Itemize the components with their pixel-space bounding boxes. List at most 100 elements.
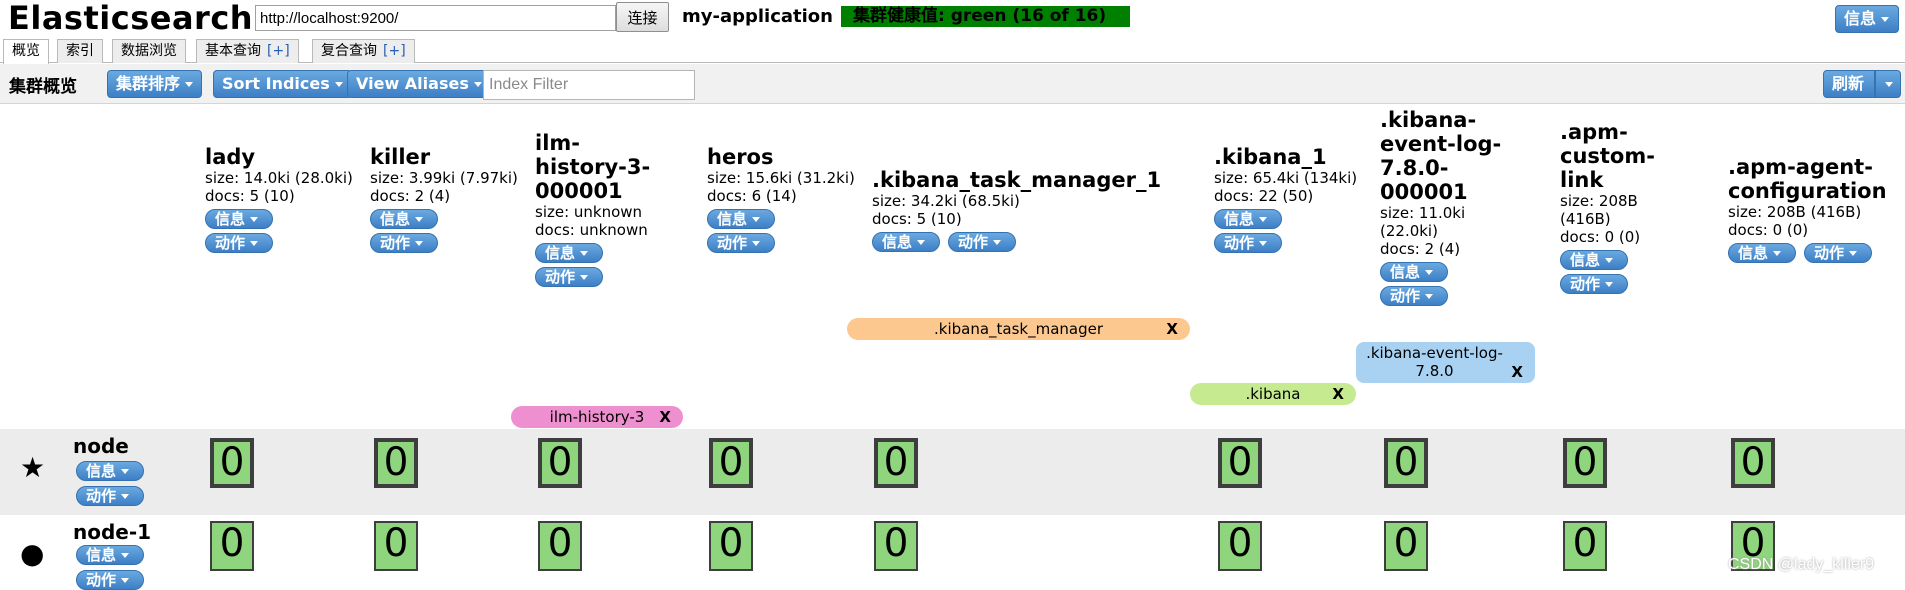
- shard[interactable]: 0: [709, 438, 753, 488]
- button-label: 动作: [86, 571, 117, 589]
- alias-name: .kibana-event-log-7.8.0: [1366, 344, 1503, 380]
- shard[interactable]: 0: [874, 521, 918, 571]
- sort-indices-button[interactable]: Sort Indices: [213, 70, 352, 98]
- shard[interactable]: 0: [1731, 438, 1775, 488]
- index-info-button[interactable]: 信息: [872, 232, 940, 252]
- index-action-button[interactable]: 动作: [535, 267, 603, 287]
- cluster-name: my-application: [682, 6, 833, 27]
- shard[interactable]: 0: [374, 521, 418, 571]
- index-action-button[interactable]: 动作: [1804, 243, 1872, 263]
- shard[interactable]: 0: [1218, 521, 1262, 571]
- index-action-button[interactable]: 动作: [1380, 286, 1448, 306]
- index-action-button[interactable]: 动作: [205, 233, 273, 253]
- tab-basic-query[interactable]: 基本查询 [+]: [196, 39, 299, 63]
- overview-toolbar: 集群概览 集群排序 Sort Indices View Aliases 刷新: [0, 64, 1905, 104]
- shard[interactable]: 0: [1218, 438, 1262, 488]
- index-size: size: 65.4ki (134ki): [1214, 169, 1358, 187]
- tab-overview[interactable]: 概览: [3, 39, 49, 64]
- refresh-button[interactable]: 刷新: [1823, 70, 1875, 98]
- app-title: Elasticsearch: [8, 0, 254, 37]
- index-name: heros: [707, 145, 774, 169]
- chevron-down-icon: [415, 217, 424, 222]
- remove-alias-button[interactable]: X: [659, 406, 671, 428]
- index-column: .apm-agent-configuration size: 208B (416…: [1728, 155, 1903, 263]
- button-label: 动作: [717, 234, 748, 252]
- info-menu-button[interactable]: 信息: [1835, 5, 1899, 33]
- main-tabs: 概览 索引 数据浏览 基本查询 [+] 复合查询 [+]: [0, 38, 1905, 64]
- node-info-button[interactable]: 信息: [76, 545, 144, 565]
- index-column: heros size: 15.6ki (31.2ki) docs: 6 (14)…: [707, 145, 857, 253]
- shard[interactable]: 0: [709, 521, 753, 571]
- index-size: size: 34.2ki (68.5ki): [872, 192, 1020, 210]
- chevron-down-icon: [1773, 251, 1782, 256]
- chevron-down-icon: [752, 241, 761, 246]
- shard[interactable]: 0: [1563, 438, 1607, 488]
- index-action-button[interactable]: 动作: [707, 233, 775, 253]
- tab-label: 基本查询: [205, 43, 261, 59]
- tab-compound-query[interactable]: 复合查询 [+]: [312, 39, 415, 63]
- shard[interactable]: 0: [210, 521, 254, 571]
- index-info-button[interactable]: 信息: [1560, 250, 1628, 270]
- index-docs: docs: 2 (4): [1380, 240, 1461, 258]
- shard[interactable]: 0: [210, 438, 254, 488]
- shard[interactable]: 0: [874, 438, 918, 488]
- index-info-button[interactable]: 信息: [1728, 243, 1796, 263]
- shard[interactable]: 0: [374, 438, 418, 488]
- index-name: killer: [370, 145, 431, 169]
- connect-button[interactable]: 连接: [616, 2, 669, 32]
- node-info-button[interactable]: 信息: [76, 461, 144, 481]
- chevron-down-icon: [752, 217, 761, 222]
- remove-alias-button[interactable]: X: [1332, 383, 1344, 405]
- index-filter-input[interactable]: [483, 70, 695, 100]
- shard[interactable]: 0: [538, 438, 582, 488]
- chevron-down-icon: [993, 240, 1002, 245]
- button-label: 信息: [882, 233, 913, 251]
- remove-alias-button[interactable]: X: [1511, 363, 1523, 381]
- shard[interactable]: 0: [1384, 438, 1428, 488]
- index-action-button[interactable]: 动作: [370, 233, 438, 253]
- chevron-down-icon: [250, 217, 259, 222]
- button-label: 信息: [86, 462, 117, 480]
- alias-label: ilm-history-3 X: [511, 406, 683, 428]
- index-name: lady: [205, 145, 256, 169]
- add-tab-link[interactable]: [+]: [267, 43, 290, 59]
- index-action-button[interactable]: 动作: [1560, 274, 1628, 294]
- remove-alias-button[interactable]: X: [1166, 318, 1178, 340]
- index-docs: docs: 0 (0): [1728, 221, 1809, 239]
- index-size: size: 11.0ki (22.0ki): [1380, 204, 1466, 240]
- index-info-button[interactable]: 信息: [1214, 209, 1282, 229]
- index-info-button[interactable]: 信息: [707, 209, 775, 229]
- index-info-button[interactable]: 信息: [1380, 262, 1448, 282]
- chevron-down-icon: [1259, 217, 1268, 222]
- index-info-button[interactable]: 信息: [370, 209, 438, 229]
- index-docs: docs: 5 (10): [872, 210, 962, 228]
- button-label: 信息: [1390, 263, 1421, 281]
- index-action-button[interactable]: 动作: [1214, 233, 1282, 253]
- node-action-button[interactable]: 动作: [76, 570, 144, 590]
- index-info-button[interactable]: 信息: [205, 209, 273, 229]
- shard[interactable]: 0: [538, 521, 582, 571]
- index-info-button[interactable]: 信息: [535, 243, 603, 263]
- button-label: 信息: [86, 546, 117, 564]
- shard[interactable]: 0: [1384, 521, 1428, 571]
- index-docs: docs: 2 (4): [370, 187, 451, 205]
- view-aliases-button[interactable]: View Aliases: [347, 70, 491, 98]
- sort-cluster-button[interactable]: 集群排序: [107, 70, 203, 98]
- button-label: 信息: [1738, 244, 1769, 262]
- tab-browser[interactable]: 数据浏览: [112, 39, 186, 63]
- add-tab-link[interactable]: [+]: [383, 43, 406, 59]
- cluster-url-input[interactable]: [255, 5, 616, 31]
- tab-indices[interactable]: 索引: [57, 39, 103, 63]
- index-size: size: 14.0ki (28.0ki): [205, 169, 353, 187]
- chevron-down-icon: [917, 240, 926, 245]
- index-action-button[interactable]: 动作: [948, 232, 1016, 252]
- index-size: size: 208B (416B): [1728, 203, 1862, 221]
- chevron-down-icon: [334, 82, 343, 87]
- refresh-interval-dropdown[interactable]: [1875, 70, 1901, 98]
- node-action-button[interactable]: 动作: [76, 486, 144, 506]
- shard[interactable]: 0: [1563, 521, 1607, 571]
- cluster-health-badge: 集群健康值: green (16 of 16): [841, 6, 1130, 27]
- index-button-row: 信息 动作: [1728, 239, 1903, 263]
- index-docs: docs: 6 (14): [707, 187, 797, 205]
- chevron-down-icon: [121, 553, 130, 558]
